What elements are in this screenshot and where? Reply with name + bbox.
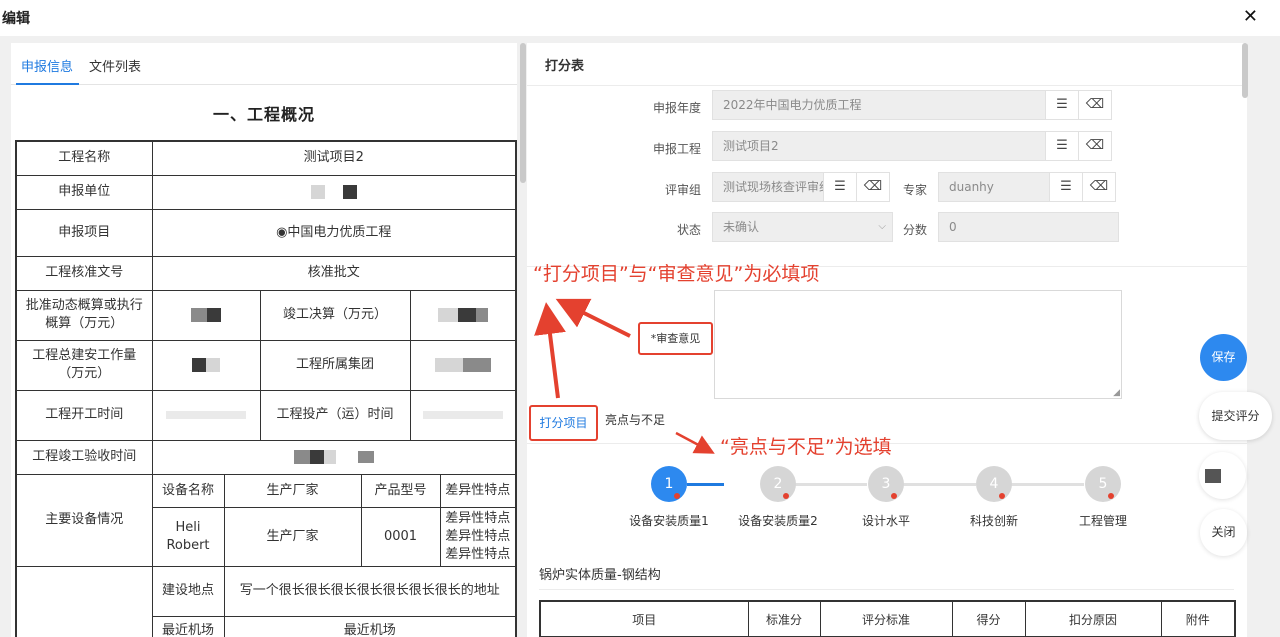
arrow-to-review (555, 298, 631, 338)
arrow-to-score-tab (534, 302, 566, 399)
submit-score-button[interactable]: 提交评分 (1199, 392, 1272, 440)
annotation-arrows (534, 298, 715, 454)
redacted-content (1205, 469, 1221, 483)
arrow-to-highlights (675, 431, 715, 454)
close-button[interactable]: 关闭 (1200, 509, 1247, 556)
save-button[interactable]: 保存 (1200, 334, 1247, 381)
redacted-button[interactable] (1199, 452, 1246, 499)
